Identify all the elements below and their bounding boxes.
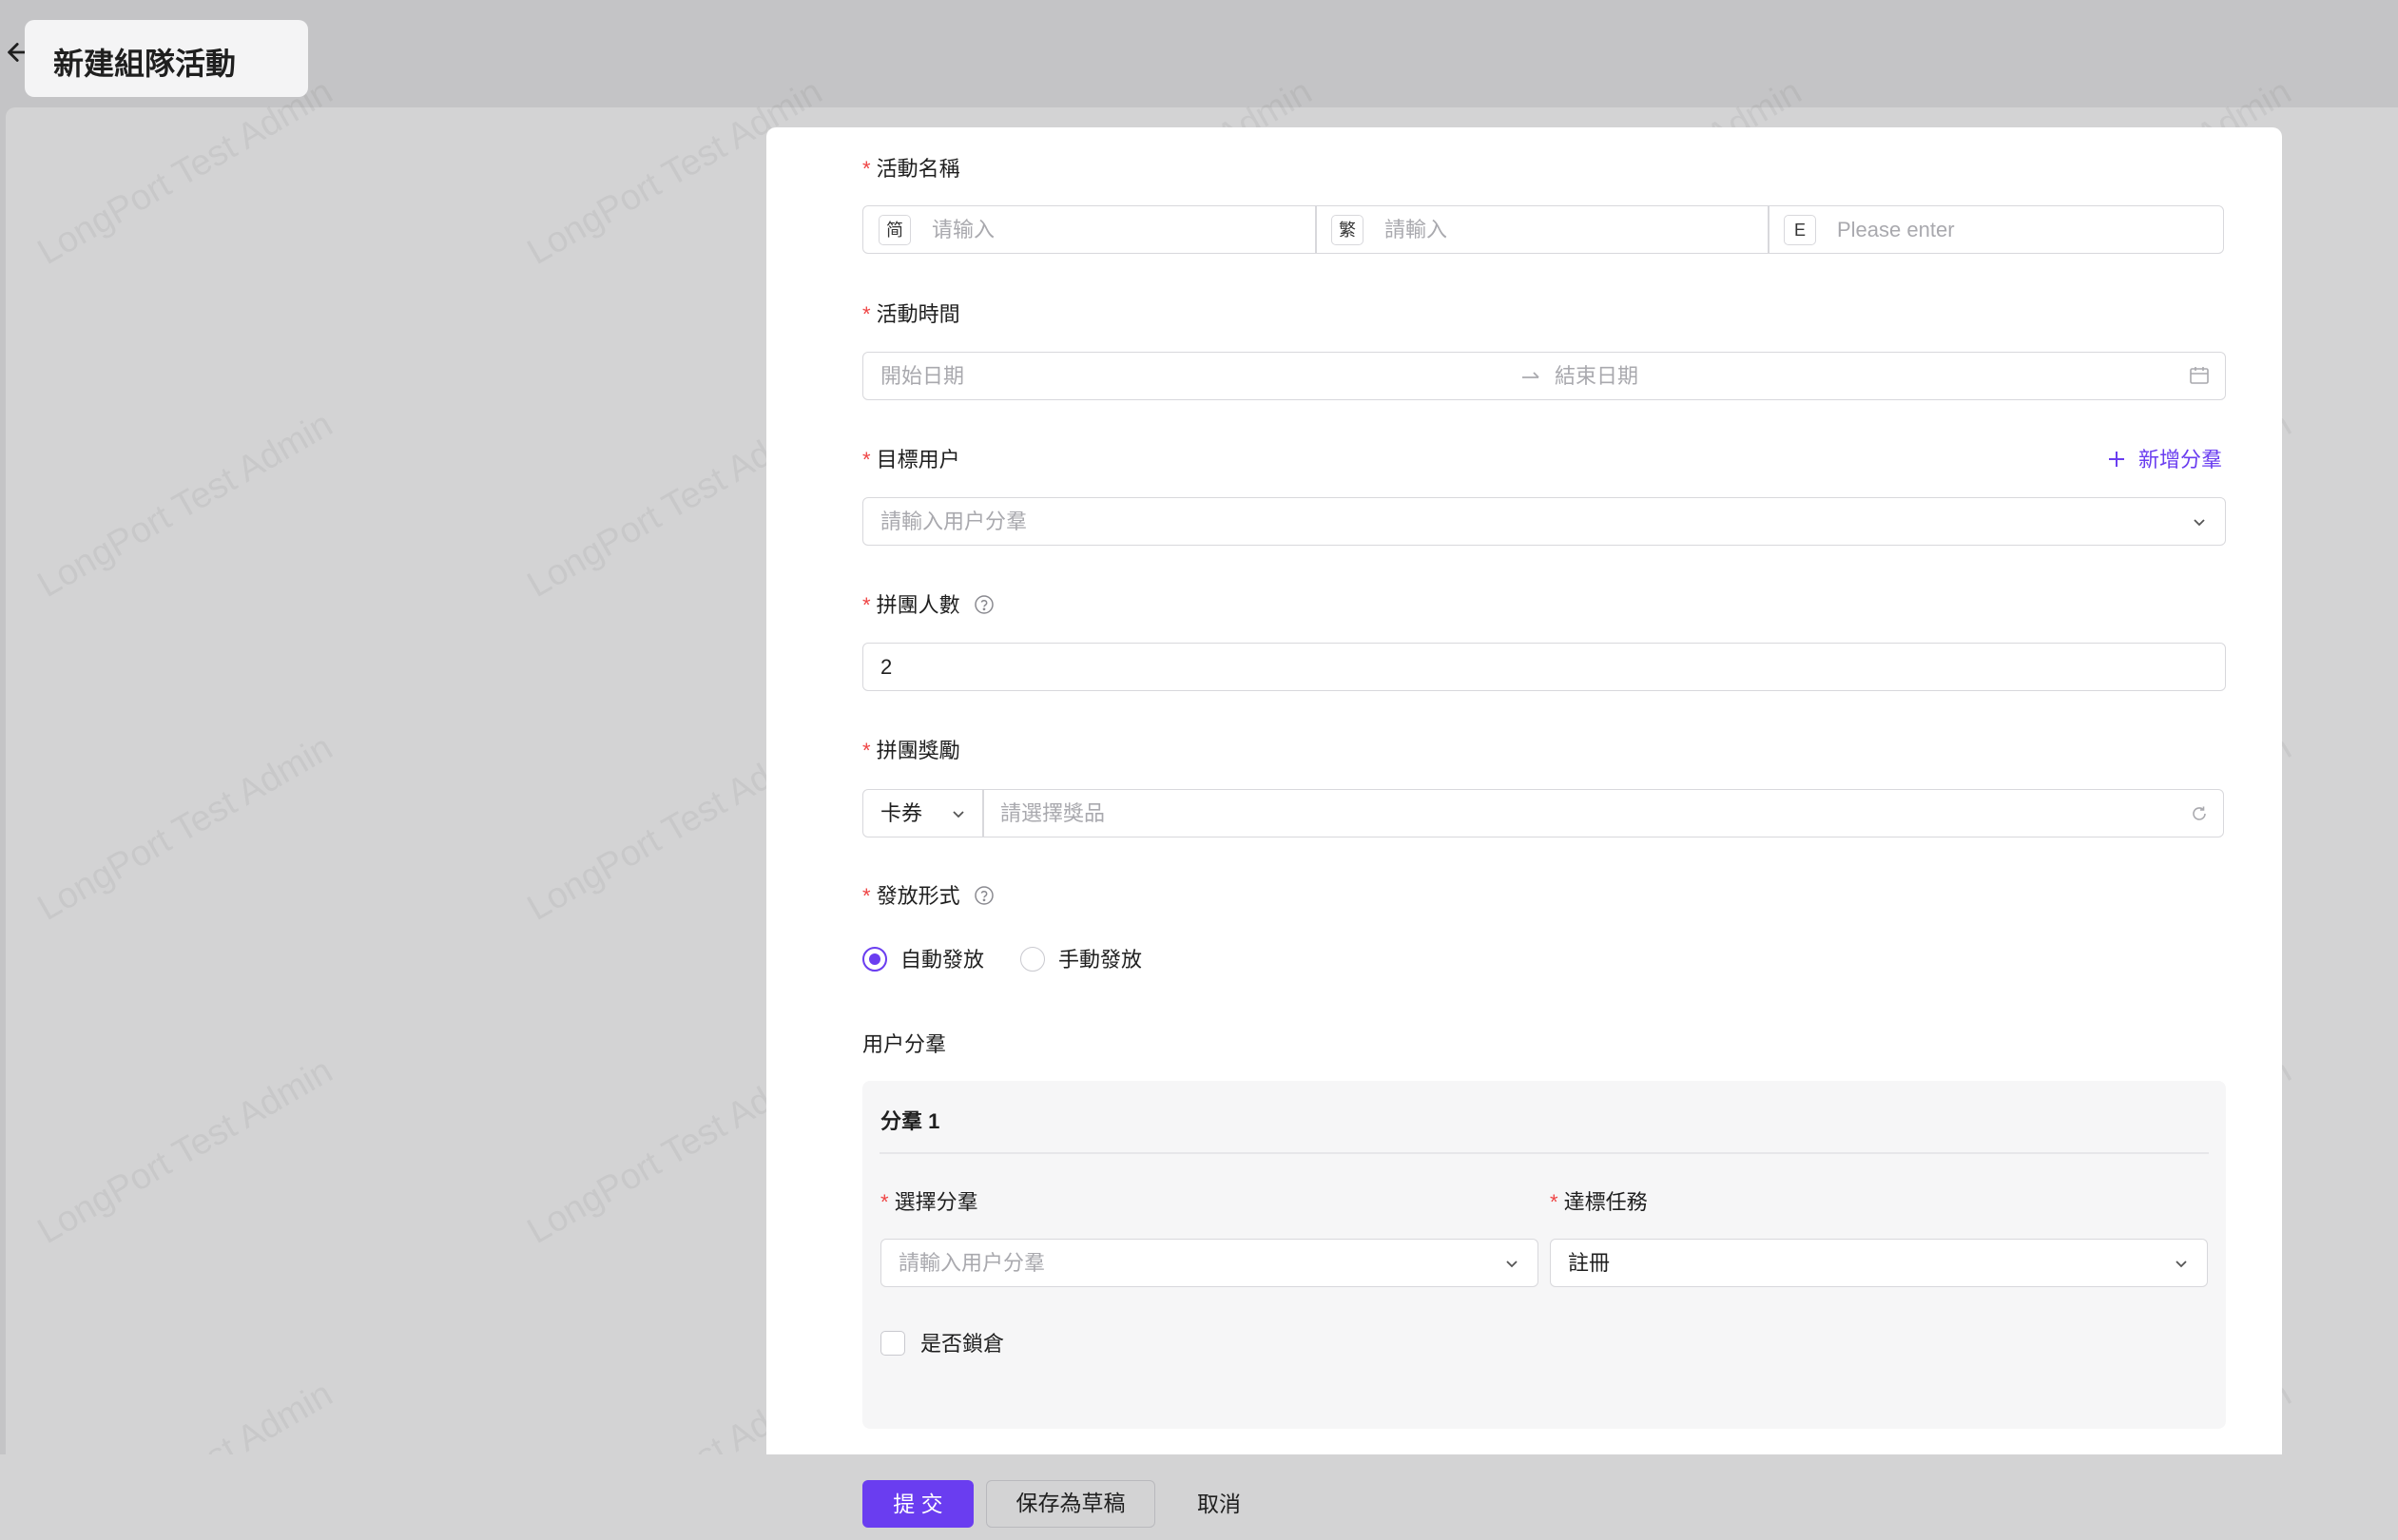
task-select-value: 註冊 bbox=[1568, 1251, 1611, 1275]
lang-tag-simplified: 简 bbox=[879, 215, 911, 245]
activity-name-english-input[interactable]: Please enter bbox=[1837, 220, 1955, 241]
chevron-down-icon bbox=[2194, 519, 2205, 527]
radio-auto-distribution[interactable] bbox=[862, 947, 887, 972]
segment-card: 分羣 1 * 選擇分羣 請輸入用户分羣 * 達標任務 註冊 是否鎖倉 bbox=[862, 1081, 2226, 1429]
reward-type-select[interactable]: 卡券 bbox=[880, 803, 922, 824]
group-reward-group: 卡券 請選擇獎品 bbox=[862, 789, 2224, 837]
group-size-value: 2 bbox=[880, 655, 893, 679]
lock-checkbox-label[interactable]: 是否鎖倉 bbox=[920, 1334, 1004, 1355]
page-title-card: 新建組隊活動 bbox=[25, 20, 308, 97]
group-size-input[interactable]: 2 bbox=[862, 643, 2226, 691]
radio-manual-distribution[interactable] bbox=[1020, 947, 1045, 972]
group-size-label: * 拼團人數 bbox=[862, 595, 995, 616]
chevron-down-icon bbox=[1506, 1261, 1518, 1268]
chevron-down-icon bbox=[953, 811, 964, 818]
distribution-label: * 發放形式 bbox=[862, 886, 995, 907]
group-reward-label: * 拼團獎勵 bbox=[862, 739, 960, 762]
segment-divider bbox=[880, 1152, 2209, 1154]
add-segment-label: 新增分羣 bbox=[2138, 448, 2223, 472]
activity-name-group: 简 请输入 繁 請輸入 E Please enter bbox=[862, 205, 2224, 254]
reward-prize-select[interactable]: 請選擇獎品 bbox=[1000, 803, 1105, 824]
target-users-label: * 目標用户 bbox=[862, 448, 960, 472]
cancel-button[interactable]: 取消 bbox=[1170, 1480, 1267, 1528]
arrow-right-icon bbox=[1522, 372, 1539, 378]
activity-name-simplified-input[interactable]: 请输入 bbox=[932, 220, 995, 241]
save-draft-button[interactable]: 保存為草稿 bbox=[986, 1480, 1155, 1528]
segment-select-label: * 選擇分羣 bbox=[880, 1190, 978, 1214]
help-icon[interactable] bbox=[974, 594, 995, 615]
chevron-down-icon bbox=[2176, 1261, 2187, 1268]
target-users-placeholder: 請輸入用户分羣 bbox=[880, 510, 1028, 533]
lang-tag-traditional: 繁 bbox=[1331, 215, 1363, 245]
radio-auto-label[interactable]: 自動發放 bbox=[900, 950, 984, 971]
start-date-input[interactable]: 開始日期 bbox=[880, 366, 964, 387]
submit-button[interactable]: 提 交 bbox=[862, 1480, 974, 1528]
task-select[interactable]: 註冊 bbox=[1550, 1239, 2208, 1287]
end-date-input[interactable]: 結束日期 bbox=[1555, 366, 1638, 387]
field-separator bbox=[1768, 206, 1769, 253]
form-panel: * 活動名稱 简 请输入 繁 請輸入 E Please enter * 活動時間 開… bbox=[766, 127, 2282, 1458]
help-icon[interactable] bbox=[974, 885, 995, 906]
field-separator bbox=[982, 790, 984, 837]
footer-bar: 提 交 保存為草稿 取消 bbox=[0, 1454, 2398, 1540]
page-title: 新建組隊活動 bbox=[53, 47, 237, 81]
activity-time-label: * 活動時間 bbox=[862, 302, 960, 326]
activity-name-traditional-input[interactable]: 請輸入 bbox=[1384, 220, 1447, 241]
segment-select[interactable]: 請輸入用户分羣 bbox=[880, 1239, 1538, 1287]
activity-name-label: * 活動名稱 bbox=[862, 157, 960, 181]
lock-checkbox[interactable] bbox=[880, 1331, 905, 1356]
segment-title: 分羣 1 bbox=[880, 1109, 940, 1133]
target-users-select[interactable]: 請輸入用户分羣 bbox=[862, 497, 2226, 546]
plus-icon bbox=[2109, 452, 2124, 467]
date-range-picker[interactable]: 開始日期 結束日期 bbox=[862, 352, 2226, 400]
radio-manual-label[interactable]: 手動發放 bbox=[1058, 950, 1142, 971]
refresh-icon[interactable] bbox=[2189, 803, 2210, 824]
field-separator bbox=[1315, 206, 1317, 253]
segment-select-placeholder: 請輸入用户分羣 bbox=[899, 1251, 1046, 1275]
lang-tag-english: E bbox=[1784, 215, 1816, 245]
task-label: * 達標任務 bbox=[1550, 1190, 1648, 1214]
calendar-icon bbox=[2190, 367, 2209, 384]
user-segments-label: 用户分羣 bbox=[862, 1032, 947, 1056]
